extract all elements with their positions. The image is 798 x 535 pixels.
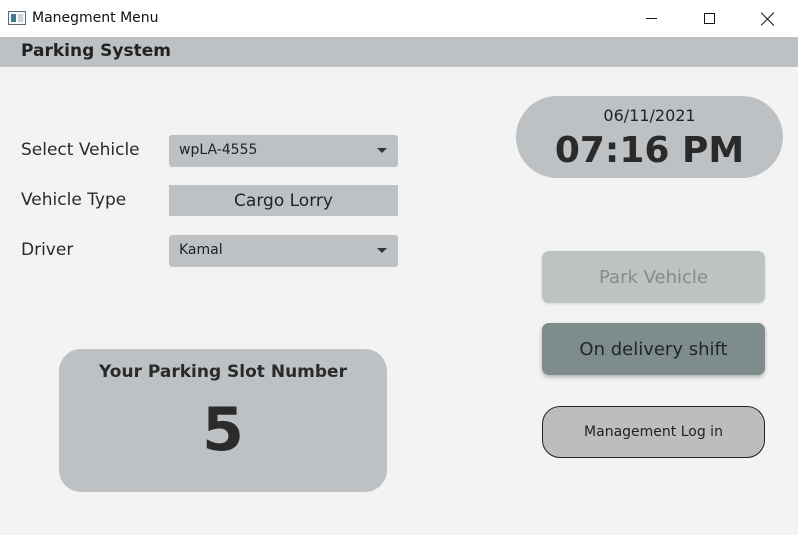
vehicle-type-label: Vehicle Type — [21, 190, 127, 210]
window-titlebar: Manegment Menu — [0, 0, 798, 37]
select-vehicle-value: wpLA-4555 — [179, 142, 258, 158]
menubar: Parking System — [0, 37, 798, 67]
dropdown-arrow-icon — [377, 148, 387, 153]
clock-time: 07:16 PM — [554, 130, 745, 171]
delivery-shift-button[interactable]: On delivery shift — [542, 323, 765, 375]
clock-panel: 06/11/2021 07:16 PM — [516, 96, 783, 178]
driver-value: Kamal — [179, 242, 223, 258]
vehicle-type-field[interactable]: Cargo Lorry — [169, 185, 398, 216]
driver-label: Driver — [21, 240, 74, 260]
dropdown-arrow-icon — [377, 248, 387, 253]
maximize-button[interactable] — [680, 0, 738, 37]
close-icon — [761, 12, 775, 26]
menubar-title: Parking System — [21, 41, 171, 61]
clock-date: 06/11/2021 — [603, 106, 696, 125]
management-login-button[interactable]: Management Log in — [542, 406, 765, 458]
park-vehicle-button[interactable]: Park Vehicle — [542, 251, 765, 303]
parking-slot-title: Your Parking Slot Number — [99, 362, 347, 382]
app-window-icon — [8, 11, 26, 25]
parking-slot-number: 5 — [202, 395, 244, 465]
maximize-icon — [703, 13, 715, 24]
minimize-button[interactable] — [622, 0, 680, 37]
window-title: Manegment Menu — [32, 10, 159, 26]
close-button[interactable] — [739, 0, 797, 37]
select-vehicle-combobox[interactable]: wpLA-4555 — [169, 135, 398, 167]
select-vehicle-label: Select Vehicle — [21, 140, 140, 160]
driver-combobox[interactable]: Kamal — [169, 235, 398, 267]
minimize-icon — [645, 18, 657, 19]
parking-slot-panel: Your Parking Slot Number 5 — [59, 349, 387, 492]
